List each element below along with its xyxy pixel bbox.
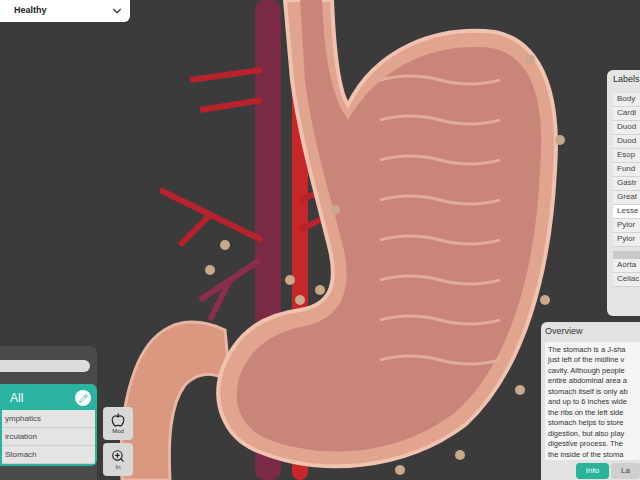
zoom-icon: [111, 449, 125, 463]
label-item[interactable]: Aorta: [613, 259, 640, 273]
overview-title: Overview: [545, 325, 640, 342]
labels-title: Labels: [611, 73, 640, 93]
layer-item[interactable]: ymphatics: [2, 410, 95, 428]
label-item[interactable]: Esop: [613, 149, 640, 163]
label-item[interactable]: Body: [613, 93, 640, 107]
label-item[interactable]: Lesse: [613, 205, 640, 219]
label-item[interactable]: Pylor: [613, 219, 640, 233]
view-selector[interactable]: Healthy: [0, 0, 130, 22]
edit-icon: [79, 394, 88, 403]
labels-group: AortaCeliac: [613, 251, 640, 287]
labels-group: BodyCardiDuodDuodEsopFundGastrGreatLesse…: [613, 93, 640, 247]
layers-list: AllymphaticsirculationStomach: [0, 384, 97, 466]
search-field[interactable]: [0, 360, 90, 372]
anatomy-app: HealthyLabelsBodyCardiDuodDuodEsopFundGa…: [0, 0, 640, 480]
label-item[interactable]: Celiac: [613, 273, 640, 287]
layer-item[interactable]: Stomach: [2, 446, 95, 464]
tool-buttons: ModIn: [103, 407, 133, 476]
label-item[interactable]: Duod: [613, 135, 640, 149]
label-item[interactable]: Cardi: [613, 107, 640, 121]
labels-panel: LabelsBodyCardiDuodDuodEsopFundGastrGrea…: [607, 70, 640, 316]
overview-tabs: InfoLa: [545, 460, 640, 480]
label-item[interactable]: Gastr: [613, 177, 640, 191]
view-selector-value: Healthy: [14, 4, 47, 18]
overview-tab[interactable]: Info: [576, 463, 609, 479]
overview-text: The stomach is a J-shajust left of the m…: [545, 342, 640, 461]
apple-icon: [111, 413, 125, 427]
layers-header[interactable]: All: [2, 386, 95, 410]
overview-tab[interactable]: La: [611, 463, 640, 479]
tool-button[interactable]: In: [103, 443, 133, 476]
label-item[interactable]: Fund: [613, 163, 640, 177]
layer-item[interactable]: irculation: [2, 428, 95, 446]
overview-panel: OverviewThe stomach is a J-shajust left …: [541, 322, 640, 480]
label-item[interactable]: Duod: [613, 121, 640, 135]
chevron-down-icon: [110, 4, 124, 18]
layers-panel: AllymphaticsirculationStomach: [0, 346, 97, 480]
label-item[interactable]: Pylor: [613, 233, 640, 247]
tool-button[interactable]: Mod: [103, 407, 133, 440]
label-item[interactable]: Great: [613, 191, 640, 205]
